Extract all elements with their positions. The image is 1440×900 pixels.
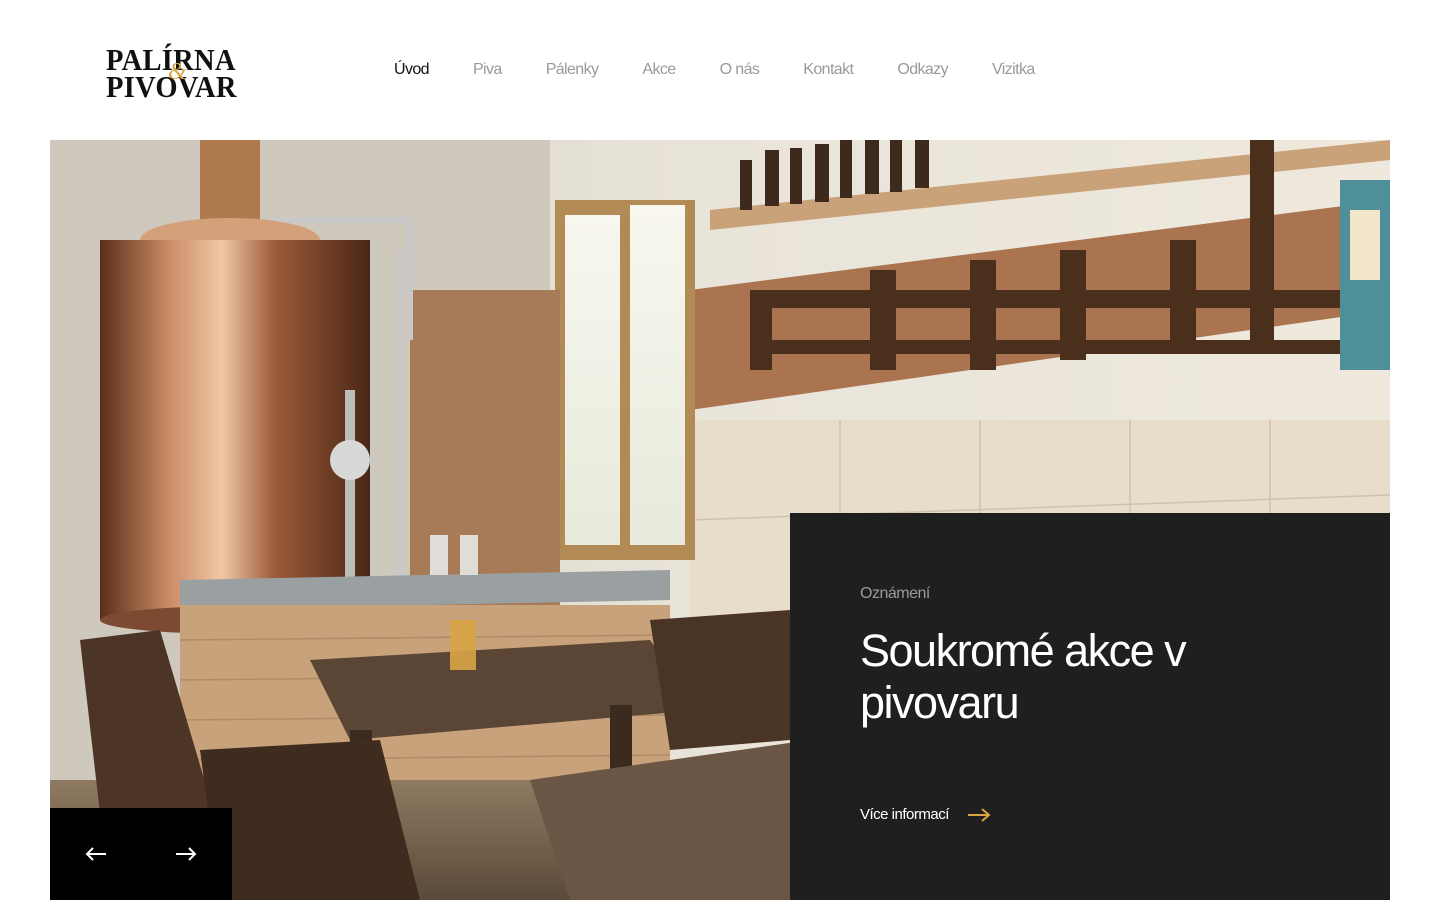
nav-item-kontakt[interactable]: Kontakt [803,58,854,82]
nav-item-uvod[interactable]: Úvod [394,58,430,82]
arrow-left-icon [85,847,106,861]
logo-ampersand: & [168,59,187,85]
slider-prev-button[interactable] [80,838,112,870]
announcement-panel: Oznámení Soukromé akce v pivovaru Více i… [790,513,1390,900]
site-header: PALÍRNA PIVOVAR & Úvod Piva Pálenky Akce… [0,0,1440,140]
slider-controls [50,808,232,900]
nav-item-odkazy[interactable]: Odkazy [897,58,948,82]
more-info-label: Více informací [860,806,949,823]
arrow-right-icon [967,807,991,822]
slider-next-button[interactable] [170,838,202,870]
nav-item-o-nas[interactable]: O nás [720,58,760,82]
nav-item-palenky[interactable]: Pálenky [546,58,599,82]
main-nav: Úvod Piva Pálenky Akce O nás Kontakt Odk… [394,58,1035,82]
arrow-right-icon [176,847,197,861]
nav-item-vizitka[interactable]: Vizitka [992,58,1035,82]
announcement-label: Oznámení [860,585,930,602]
nav-item-akce[interactable]: Akce [642,58,676,82]
more-info-link[interactable]: Více informací [860,806,991,823]
nav-item-piva[interactable]: Piva [473,58,502,82]
site-logo[interactable]: PALÍRNA PIVOVAR & [106,44,246,102]
hero-slider: Oznámení Soukromé akce v pivovaru Více i… [50,140,1390,900]
announcement-title: Soukromé akce v pivovaru [860,625,1187,728]
